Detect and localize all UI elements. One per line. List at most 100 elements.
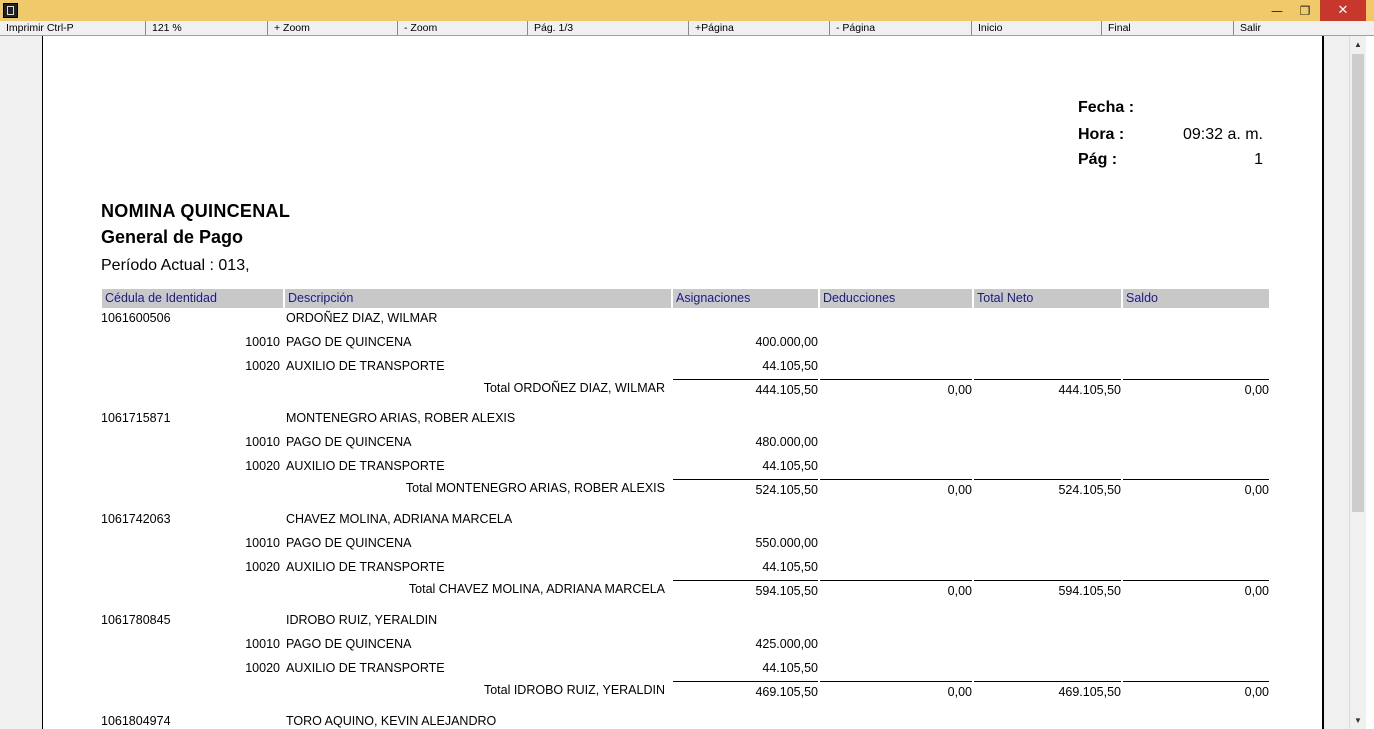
total-asignaciones: 469.105,50 (755, 685, 818, 699)
concept-amount: 425.000,00 (755, 637, 818, 651)
employee-name: MONTENEGRO ARIAS, ROBER ALEXIS (286, 411, 516, 425)
concept-description: PAGO DE QUINCENA (286, 335, 412, 349)
total-neto: 594.105,50 (1058, 584, 1121, 598)
concept-amount: 44.105,50 (762, 560, 818, 574)
total-underline (1123, 379, 1269, 380)
total-underline (1123, 681, 1269, 682)
concept-code: 10020 (245, 359, 280, 373)
scroll-up-icon[interactable]: ▲ (1350, 36, 1366, 53)
total-underline (673, 580, 818, 581)
concept-description: AUXILIO DE TRANSPORTE (286, 359, 445, 373)
app-icon[interactable] (3, 3, 18, 18)
employee-name: IDROBO RUIZ, YERALDIN (286, 613, 438, 627)
concept-description: PAGO DE QUINCENA (286, 637, 412, 651)
pag-value: 1 (1254, 151, 1263, 168)
employee-name: CHAVEZ MOLINA, ADRIANA MARCELA (286, 512, 513, 526)
total-neto: 444.105,50 (1058, 383, 1121, 397)
first-page-button[interactable]: Inicio (972, 21, 1102, 35)
vertical-scrollbar[interactable]: ▲ ▼ (1349, 36, 1366, 729)
last-page-button[interactable]: Final (1102, 21, 1234, 35)
total-saldo: 0,00 (1244, 383, 1269, 397)
print-button[interactable]: Imprimir Ctrl-P (0, 21, 146, 35)
scroll-down-icon[interactable]: ▼ (1350, 712, 1366, 729)
column-header-saldo: Saldo (1123, 289, 1269, 308)
concept-description: PAGO DE QUINCENA (286, 536, 412, 550)
total-asignaciones: 524.105,50 (755, 483, 818, 497)
concept-code: 10010 (245, 335, 280, 349)
total-underline (820, 681, 972, 682)
employee-total-label: Total IDROBO RUIZ, YERALDIN (483, 683, 665, 697)
close-icon[interactable]: ✕ (1320, 0, 1366, 21)
total-saldo: 0,00 (1244, 483, 1269, 497)
concept-amount: 550.000,00 (755, 536, 818, 550)
concept-amount: 480.000,00 (755, 435, 818, 449)
concept-amount: 44.105,50 (762, 661, 818, 675)
total-underline (820, 379, 972, 380)
column-header-total-neto: Total Neto (974, 289, 1121, 308)
concept-amount: 44.105,50 (762, 459, 818, 473)
column-header-asignaciones: Asignaciones (673, 289, 818, 308)
employee-id: 1061742063 (101, 512, 171, 526)
concept-amount: 44.105,50 (762, 359, 818, 373)
zoom-out-button[interactable]: - Zoom (398, 21, 528, 35)
prev-page-button[interactable]: - Página (830, 21, 972, 35)
employee-id: 1061804974 (101, 714, 171, 728)
employee-id: 1061715871 (101, 411, 171, 425)
column-header-deducciones: Deducciones (820, 289, 972, 308)
concept-code: 10010 (245, 637, 280, 651)
report-page: Fecha : Hora : 09:32 a. m. Pág : 1 NOMIN… (42, 36, 1324, 729)
concept-code: 10020 (245, 459, 280, 473)
employee-total-label: Total MONTENEGRO ARIAS, ROBER ALEXIS (405, 481, 665, 495)
concept-code: 10020 (245, 560, 280, 574)
concept-description: AUXILIO DE TRANSPORTE (286, 459, 445, 473)
zoom-level[interactable]: 121 % (146, 21, 268, 35)
column-header-cedula: Cédula de Identidad (102, 289, 283, 308)
minimize-icon[interactable]: — (1262, 0, 1292, 21)
report-period: Período Actual : 013, (101, 257, 250, 274)
total-neto: 524.105,50 (1058, 483, 1121, 497)
concept-code: 10020 (245, 661, 280, 675)
employee-name: ORDOÑEZ DIAZ, WILMAR (286, 311, 438, 325)
page-indicator[interactable]: Pág. 1/3 (528, 21, 689, 35)
employee-id: 1061600506 (101, 311, 171, 325)
total-underline (974, 681, 1121, 682)
column-header-descripcion: Descripción (285, 289, 671, 308)
total-underline (820, 479, 972, 480)
restore-icon[interactable]: ❐ (1292, 0, 1318, 21)
total-underline (974, 580, 1121, 581)
window-titlebar: — ❐ ✕ (0, 0, 1374, 21)
concept-description: PAGO DE QUINCENA (286, 435, 412, 449)
total-saldo: 0,00 (1244, 584, 1269, 598)
zoom-in-button[interactable]: + Zoom (268, 21, 398, 35)
total-underline (673, 479, 818, 480)
total-underline (820, 580, 972, 581)
report-subtitle: General de Pago (101, 227, 244, 247)
concept-description: AUXILIO DE TRANSPORTE (286, 661, 445, 675)
scroll-thumb[interactable] (1352, 54, 1364, 512)
total-deducciones: 0,00 (947, 584, 972, 598)
preview-toolbar: Imprimir Ctrl-P 121 % + Zoom - Zoom Pág.… (0, 21, 1374, 36)
preview-area: Fecha : Hora : 09:32 a. m. Pág : 1 NOMIN… (0, 36, 1349, 729)
concept-code: 10010 (245, 435, 280, 449)
employee-name: TORO AQUINO, KEVIN ALEJANDRO (286, 714, 497, 728)
total-underline (673, 379, 818, 380)
total-underline (974, 379, 1121, 380)
total-underline (974, 479, 1121, 480)
exit-button[interactable]: Salir (1234, 21, 1374, 35)
employee-id: 1061780845 (101, 613, 171, 627)
total-deducciones: 0,00 (947, 383, 972, 397)
employee-total-label: Total ORDOÑEZ DIAZ, WILMAR (483, 381, 665, 395)
total-asignaciones: 594.105,50 (755, 584, 818, 598)
concept-code: 10010 (245, 536, 280, 550)
pag-label: Pág : (1078, 151, 1118, 168)
total-asignaciones: 444.105,50 (755, 383, 818, 397)
concept-description: AUXILIO DE TRANSPORTE (286, 560, 445, 574)
next-page-button[interactable]: +Página (689, 21, 830, 35)
total-underline (1123, 580, 1269, 581)
hora-label: Hora : (1078, 126, 1125, 143)
report-title: NOMINA QUINCENAL (101, 201, 291, 221)
total-underline (673, 681, 818, 682)
concept-amount: 400.000,00 (755, 335, 818, 349)
total-saldo: 0,00 (1244, 685, 1269, 699)
fecha-label: Fecha : (1078, 99, 1135, 116)
